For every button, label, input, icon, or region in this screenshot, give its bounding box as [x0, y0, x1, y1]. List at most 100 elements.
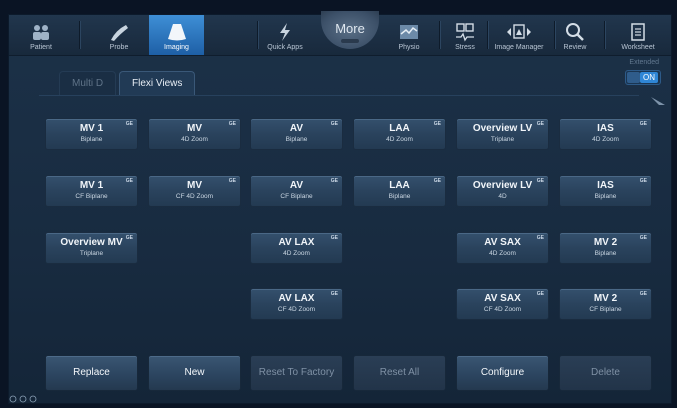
preset-av-lax-cf-4d-zoom[interactable]: GE AV LAX CF 4D Zoom [250, 288, 343, 320]
ge-badge: GE [536, 121, 544, 127]
device-frame: Patient Probe Imaging Quick Apps More Ph… [0, 0, 677, 408]
toolbar-quick-apps-label: Quick Apps [267, 44, 303, 51]
toolbar-divider [79, 21, 80, 49]
ge-badge: GE [330, 235, 338, 241]
extended-state: ON [640, 72, 658, 83]
configure-button[interactable]: Configure [456, 355, 549, 391]
preset-overview-lv-triplane[interactable]: GE Overview LV Triplane [456, 118, 549, 150]
preset-subtitle: CF Biplane [75, 193, 108, 200]
toolbar-review[interactable]: Review [553, 15, 597, 55]
preset-mv-cf-4d-zoom[interactable]: GE MV CF 4D Zoom [148, 175, 241, 207]
review-icon [566, 23, 584, 41]
toolbar-patient-label: Patient [30, 44, 52, 51]
ge-badge: GE [536, 178, 544, 184]
preset-av-cf-biplane[interactable]: GE AV CF Biplane [250, 175, 343, 207]
preset-av-lax-4d-zoom[interactable]: GE AV LAX 4D Zoom [250, 232, 343, 264]
reset-all-button[interactable]: Reset All [353, 355, 446, 391]
ge-badge: GE [125, 235, 133, 241]
preset-subtitle: 4D Zoom [283, 250, 310, 257]
toolbar-image-manager[interactable]: Image Manager [489, 15, 549, 55]
preset-subtitle: Biplane [594, 250, 617, 257]
preset-title: AV LAX [278, 237, 315, 248]
preset-mv2-biplane[interactable]: GE MV 2 Biplane [559, 232, 652, 264]
preset-mv1-cf-biplane[interactable]: GE MV 1 CF Biplane [45, 175, 138, 207]
reset-to-factory-button[interactable]: Reset To Factory [250, 355, 343, 391]
stress-icon [456, 23, 474, 42]
toolbar-divider [439, 21, 440, 49]
preset-ias-4d-zoom[interactable]: GE IAS 4D Zoom [559, 118, 652, 150]
preset-av-biplane[interactable]: GE AV Biplane [250, 118, 343, 150]
ge-badge: GE [228, 121, 236, 127]
preset-mv-4d-zoom[interactable]: GE MV 4D Zoom [148, 118, 241, 150]
toolbar-quick-apps[interactable]: Quick Apps [263, 15, 307, 55]
ge-badge: GE [536, 235, 544, 241]
preset-subtitle: CF 4D Zoom [175, 193, 214, 200]
preset-subtitle: 4D Zoom [386, 136, 413, 143]
preset-title: MV 2 [593, 237, 618, 248]
preset-mv1-biplane[interactable]: GE MV 1 Biplane [45, 118, 138, 150]
imaging-icon [167, 24, 186, 41]
top-toolbar: Patient Probe Imaging Quick Apps More Ph… [9, 11, 671, 56]
toolbar-physio-label: Physio [398, 44, 420, 51]
preset-subtitle: Triplane [79, 250, 104, 257]
preset-av-sax-cf-4d-zoom[interactable]: GE AV SAX CF 4D Zoom [456, 288, 549, 320]
preset-subtitle: Biplane [388, 193, 411, 200]
preset-ias-biplane[interactable]: GE IAS Biplane [559, 175, 652, 207]
ge-badge: GE [125, 178, 133, 184]
preset-title: IAS [597, 123, 614, 134]
preset-subtitle: 4D Zoom [181, 136, 208, 143]
preset-title: LAA [389, 180, 410, 191]
ge-badge: GE [639, 178, 647, 184]
toolbar-probe-label: Probe [109, 44, 129, 51]
preset-title: Overview LV [472, 123, 533, 134]
preset-laa-4d-zoom[interactable]: GE LAA 4D Zoom [353, 118, 446, 150]
toolbar-stress[interactable]: Stress [443, 15, 487, 55]
preset-subtitle: CF 4D Zoom [277, 306, 316, 313]
ge-badge: GE [433, 178, 441, 184]
preset-title: AV [289, 180, 304, 191]
corner-arrow-icon [651, 97, 665, 105]
delete-button[interactable]: Delete [559, 355, 652, 391]
extended-toggle[interactable]: ON [625, 70, 661, 85]
toolbar-divider [487, 21, 488, 49]
preset-title: MV [187, 123, 202, 134]
physio-icon [400, 25, 418, 39]
preset-title: IAS [597, 180, 614, 191]
preset-subtitle: Biplane [80, 136, 103, 143]
ge-badge: GE [639, 235, 647, 241]
preset-mv2-cf-biplane[interactable]: GE MV 2 CF Biplane [559, 288, 652, 320]
status-indicator-icon [9, 395, 37, 403]
toolbar-imaging[interactable]: Imaging [149, 15, 204, 55]
tab-divider [39, 95, 639, 96]
toolbar-physio[interactable]: Physio [387, 15, 431, 55]
tab-flexi-views[interactable]: Flexi Views [119, 71, 196, 96]
toolbar-patient[interactable]: Patient [19, 15, 63, 55]
preset-subtitle: CF 4D Zoom [483, 306, 522, 313]
toolbar-image-manager-label: Image Manager [494, 44, 544, 51]
toolbar-stress-label: Stress [455, 44, 475, 51]
patient-icon [33, 25, 49, 40]
ge-badge: GE [433, 121, 441, 127]
more-handle-icon [341, 39, 359, 43]
preset-laa-biplane[interactable]: GE LAA Biplane [353, 175, 446, 207]
preset-title: AV LAX [278, 293, 315, 304]
more-button[interactable]: More [321, 11, 379, 49]
extended-label: Extended [629, 59, 659, 66]
preset-title: MV 2 [593, 293, 618, 304]
preset-av-sax-4d-zoom[interactable]: GE AV SAX 4D Zoom [456, 232, 549, 264]
preset-title: Overview MV [60, 237, 123, 248]
toolbar-divider [257, 21, 258, 49]
new-button[interactable]: New [148, 355, 241, 391]
preset-overview-mv-triplane[interactable]: GE Overview MV Triplane [45, 232, 138, 264]
preset-subtitle: Biplane [594, 193, 617, 200]
replace-button[interactable]: Replace [45, 355, 138, 391]
tab-multi-d[interactable]: Multi D [59, 71, 117, 96]
preset-title: AV SAX [484, 293, 521, 304]
preset-subtitle: Triplane [490, 136, 515, 143]
ge-badge: GE [330, 178, 338, 184]
preset-overview-lv-4d[interactable]: GE Overview LV 4D [456, 175, 549, 207]
toolbar-probe[interactable]: Probe [97, 15, 141, 55]
preset-title: LAA [389, 123, 410, 134]
toolbar-worksheet[interactable]: Worksheet [612, 15, 664, 55]
preset-subtitle: 4D [498, 193, 507, 200]
